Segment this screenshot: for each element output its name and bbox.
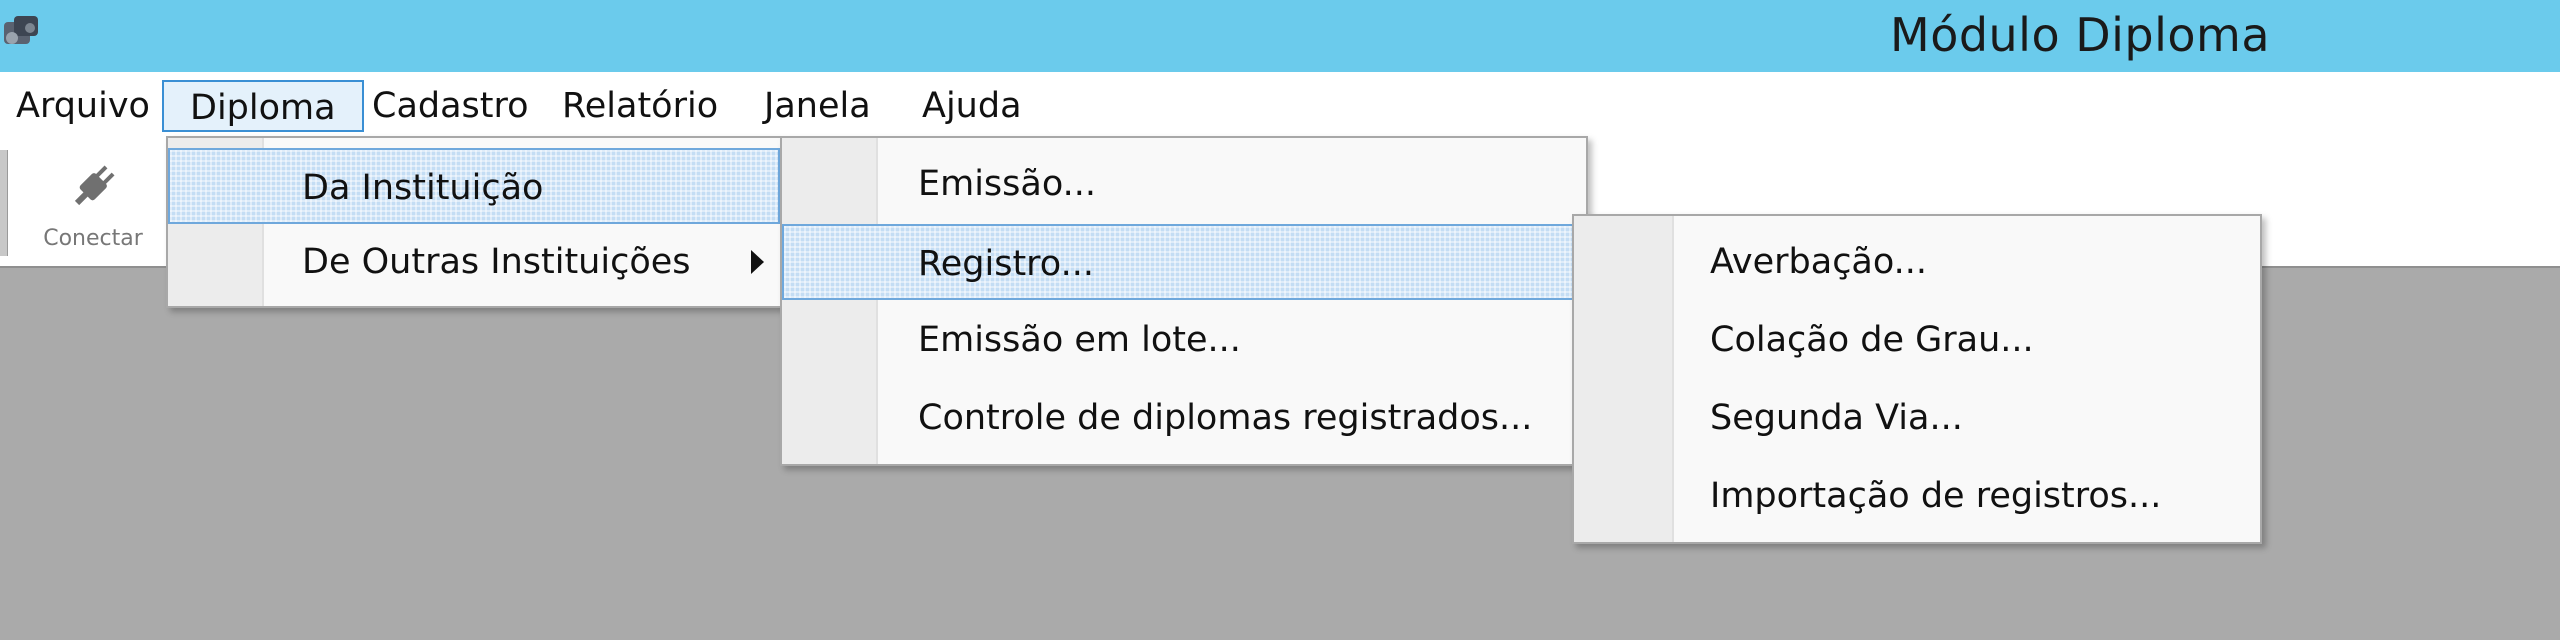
menu-arquivo[interactable]: Arquivo: [16, 80, 150, 132]
menu-item-importacao-de-registros[interactable]: Importação de registros...: [1574, 458, 2260, 534]
menu-da-instituicao-submenu: Emissão... Registro... Emissão em lote..…: [780, 136, 1588, 466]
menu-diploma[interactable]: Diploma: [162, 80, 364, 132]
menu-item-averbacao[interactable]: Averbação...: [1574, 224, 2260, 300]
submenu-arrow-icon: [751, 250, 764, 274]
connect-label: Conectar: [43, 226, 143, 251]
window-title: Módulo Diploma: [1890, 8, 2271, 62]
menu-item-colacao-de-grau[interactable]: Colação de Grau...: [1574, 302, 2260, 378]
connect-button[interactable]: Conectar: [18, 148, 168, 260]
menu-item-emissao-em-lote[interactable]: Emissão em lote...: [782, 302, 1586, 378]
menu-ajuda[interactable]: Ajuda: [922, 80, 1022, 132]
menu-cadastro[interactable]: Cadastro: [372, 80, 529, 132]
menu-janela[interactable]: Janela: [764, 80, 871, 132]
menu-item-emissao[interactable]: Emissão...: [782, 146, 1586, 222]
menu-item-de-outras-instituicoes[interactable]: De Outras Instituições: [168, 224, 780, 300]
toolbar-grip: [0, 150, 8, 256]
menu-item-da-instituicao[interactable]: Da Instituição: [168, 148, 780, 224]
app-logo-icon: [4, 16, 38, 44]
menu-diploma-dropdown: Da Instituição De Outras Instituições: [166, 136, 782, 308]
title-bar: Módulo Diploma: [0, 0, 2560, 72]
menu-relatorio[interactable]: Relatório: [562, 80, 718, 132]
menu-item-segunda-via[interactable]: Segunda Via...: [1574, 380, 2260, 456]
menu-item-label: De Outras Instituições: [302, 242, 691, 282]
menu-bar: Arquivo Diploma Cadastro Relatório Janel…: [0, 72, 2560, 138]
menu-item-controle-de-diplomas[interactable]: Controle de diplomas registrados...: [782, 380, 1586, 456]
menu-item-registro[interactable]: Registro...: [782, 224, 1586, 300]
plug-icon: [74, 165, 115, 206]
menu-registro-submenu: Averbação... Colação de Grau... Segunda …: [1572, 214, 2262, 544]
